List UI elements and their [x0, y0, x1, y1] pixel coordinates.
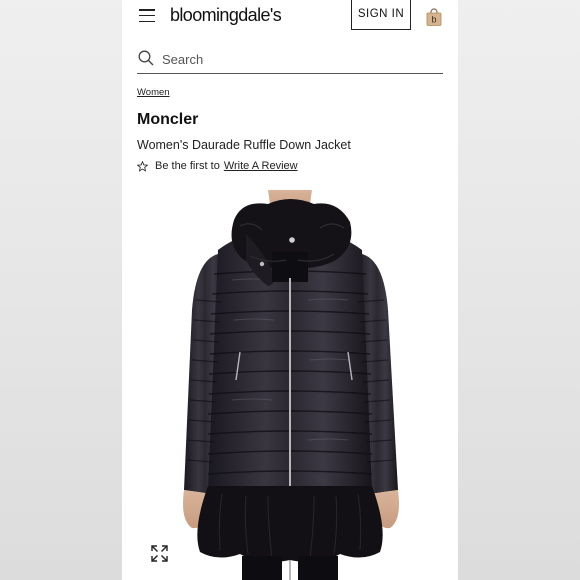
search-input[interactable] — [162, 49, 432, 69]
sign-in-button[interactable]: SIGN IN — [351, 0, 411, 30]
write-review-link[interactable]: Write A Review — [224, 160, 298, 172]
review-row: Be the first to Write A Review — [137, 160, 298, 172]
search-bar — [137, 45, 443, 74]
brand-name[interactable]: Moncler — [137, 111, 198, 129]
breadcrumb-women[interactable]: Women — [137, 87, 170, 98]
product-title: Women's Daurade Ruffle Down Jacket — [137, 138, 351, 152]
review-prefix: Be the first to — [155, 160, 220, 172]
background-right — [458, 0, 580, 580]
product-image[interactable] — [122, 190, 458, 580]
bag-letter: b — [431, 15, 436, 25]
expand-icon[interactable] — [151, 545, 168, 562]
site-logo[interactable]: bloomingdale's — [170, 5, 282, 26]
site-header: bloomingdale's SIGN IN b — [122, 0, 458, 34]
product-page: bloomingdale's SIGN IN b Women Moncler W… — [122, 0, 458, 580]
search-icon[interactable] — [138, 50, 154, 66]
jacket-illustration — [183, 190, 399, 580]
star-outline-icon — [137, 160, 148, 172]
hamburger-menu-icon[interactable] — [139, 9, 155, 23]
shopping-bag-icon[interactable]: b — [426, 8, 442, 26]
background-left — [0, 0, 122, 580]
